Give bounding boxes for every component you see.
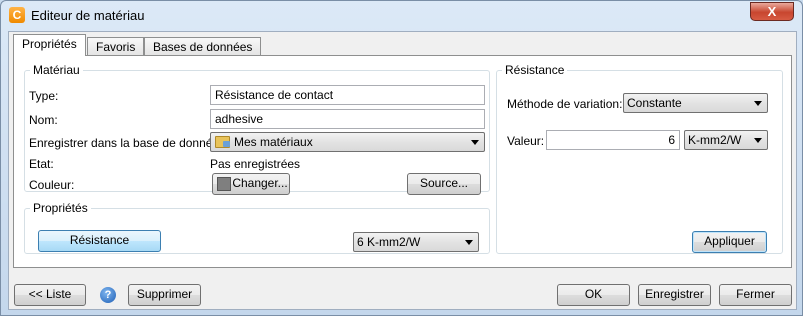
window-title: Editeur de matériau	[31, 8, 145, 23]
enregistrer-button[interactable]: Enregistrer	[638, 284, 711, 306]
resistance-legend: Résistance	[505, 63, 565, 77]
tab-bases-de-donnees[interactable]: Bases de données	[144, 37, 262, 55]
valeur-label: Valeur:	[507, 134, 545, 148]
unit-value: K-mm2/W	[688, 133, 742, 147]
nom-field[interactable]: adhesive	[210, 109, 485, 129]
tab-favoris[interactable]: Favoris	[87, 37, 145, 55]
fermer-button[interactable]: Fermer	[719, 284, 792, 306]
type-field[interactable]: Résistance de contact	[210, 85, 485, 105]
database-select-value: Mes matériaux	[234, 135, 313, 149]
chevron-down-icon	[754, 138, 762, 143]
database-label: Enregistrer dans la base de données:	[29, 136, 229, 150]
material-editor-window: C Editeur de matériau X Propriétés Favor…	[0, 0, 803, 316]
liste-button[interactable]: << Liste	[14, 284, 86, 306]
help-icon[interactable]: ?	[100, 287, 116, 303]
title-bar[interactable]: C Editeur de matériau X	[1, 1, 802, 30]
chevron-down-icon	[754, 101, 762, 106]
materiau-legend: Matériau	[33, 63, 80, 77]
source-button[interactable]: Source...	[407, 173, 481, 195]
resistance-group: Résistance	[496, 63, 783, 254]
methode-value: Constante	[627, 96, 682, 110]
supprimer-button[interactable]: Supprimer	[128, 284, 201, 306]
app-logo-icon: C	[9, 7, 25, 23]
nom-label: Nom:	[29, 113, 58, 127]
appliquer-button[interactable]: Appliquer	[692, 231, 767, 253]
properties-tab-panel: Matériau Type: Résistance de contact Nom…	[13, 55, 792, 268]
property-value-select[interactable]: 6 K-mm2/W	[353, 232, 479, 252]
etat-label: Etat:	[29, 157, 54, 171]
color-swatch	[217, 177, 231, 191]
changer-color-button[interactable]: Changer...	[212, 173, 290, 195]
etat-value: Pas enregistrées	[210, 157, 301, 171]
chevron-down-icon	[471, 140, 479, 145]
material-folder-icon	[215, 136, 230, 148]
methode-label: Méthode de variation:	[507, 97, 623, 111]
type-label: Type:	[29, 89, 59, 103]
unit-select[interactable]: K-mm2/W	[684, 130, 768, 150]
valeur-field[interactable]: 6	[546, 130, 680, 150]
chevron-down-icon	[465, 240, 473, 245]
methode-select[interactable]: Constante	[623, 93, 768, 113]
property-value-text: 6 K-mm2/W	[357, 235, 421, 249]
tab-proprietes[interactable]: Propriétés	[13, 34, 86, 56]
close-window-button[interactable]: X	[750, 2, 794, 21]
resistance-property-button[interactable]: Résistance	[38, 230, 161, 252]
proprietes-legend: Propriétés	[33, 201, 88, 215]
dialog-client-area: Propriétés Favoris Bases de données Maté…	[8, 31, 797, 310]
changer-label: Changer...	[232, 176, 288, 190]
ok-button[interactable]: OK	[557, 284, 630, 306]
database-select[interactable]: Mes matériaux	[210, 132, 485, 152]
couleur-label: Couleur:	[29, 178, 75, 192]
